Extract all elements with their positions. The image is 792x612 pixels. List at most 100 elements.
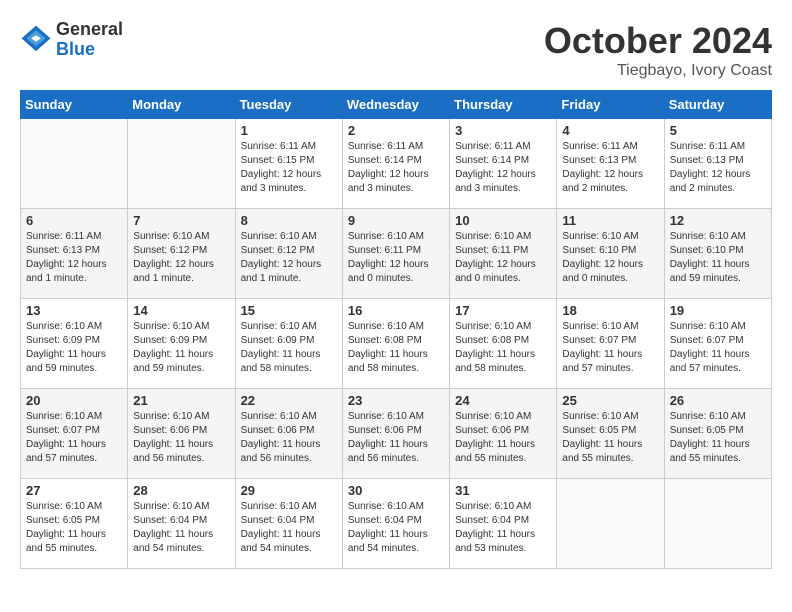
day-number: 8 — [241, 213, 337, 228]
day-header-monday: Monday — [128, 91, 235, 119]
day-number: 26 — [670, 393, 766, 408]
calendar-cell: 13 Sunrise: 6:10 AM Sunset: 6:09 PM Dayli… — [21, 299, 128, 389]
day-number: 30 — [348, 483, 444, 498]
page-header: General Blue October 2024 Tiegbayo, Ivor… — [20, 20, 772, 80]
day-info: Sunrise: 6:10 AM Sunset: 6:09 PM Dayligh… — [26, 320, 122, 376]
day-number: 6 — [26, 213, 122, 228]
day-header-thursday: Thursday — [450, 91, 557, 119]
day-number: 11 — [562, 213, 658, 228]
day-number: 2 — [348, 123, 444, 138]
calendar-cell: 19 Sunrise: 6:10 AM Sunset: 6:07 PM Dayli… — [664, 299, 771, 389]
calendar-cell: 20 Sunrise: 6:10 AM Sunset: 6:07 PM Dayli… — [21, 389, 128, 479]
day-number: 22 — [241, 393, 337, 408]
day-number: 28 — [133, 483, 229, 498]
calendar-week-row: 20 Sunrise: 6:10 AM Sunset: 6:07 PM Dayli… — [21, 389, 772, 479]
calendar-cell: 9 Sunrise: 6:10 AM Sunset: 6:11 PM Daylig… — [342, 209, 449, 299]
calendar-cell: 27Sunrise: 6:10 AM Sunset: 6:05 PM Dayli… — [21, 479, 128, 569]
day-number: 27 — [26, 483, 122, 498]
calendar-header-row: SundayMondayTuesdayWednesdayThursdayFrid… — [21, 91, 772, 119]
day-number: 20 — [26, 393, 122, 408]
day-number: 15 — [241, 303, 337, 318]
day-number: 25 — [562, 393, 658, 408]
month-title: October 2024 — [544, 20, 772, 62]
day-number: 3 — [455, 123, 551, 138]
calendar-cell: 6Sunrise: 6:11 AM Sunset: 6:13 PM Daylig… — [21, 209, 128, 299]
day-info: Sunrise: 6:10 AM Sunset: 6:07 PM Dayligh… — [670, 320, 766, 376]
day-header-tuesday: Tuesday — [235, 91, 342, 119]
day-number: 17 — [455, 303, 551, 318]
calendar-cell: 16 Sunrise: 6:10 AM Sunset: 6:08 PM Dayli… — [342, 299, 449, 389]
day-info: Sunrise: 6:10 AM Sunset: 6:05 PM Dayligh… — [670, 410, 766, 466]
day-info: Sunrise: 6:10 AM Sunset: 6:04 PM Dayligh… — [133, 500, 229, 556]
calendar-cell: 30 Sunrise: 6:10 AM Sunset: 6:04 PM Dayli… — [342, 479, 449, 569]
day-info: Sunrise: 6:10 AM Sunset: 6:06 PM Dayligh… — [133, 410, 229, 466]
calendar-cell: 3 Sunrise: 6:11 AM Sunset: 6:14 PM Daylig… — [450, 119, 557, 209]
day-number: 31 — [455, 483, 551, 498]
day-number: 9 — [348, 213, 444, 228]
calendar-cell: 29 Sunrise: 6:10 AM Sunset: 6:04 PM Dayli… — [235, 479, 342, 569]
day-info: Sunrise: 6:11 AM Sunset: 6:14 PM Dayligh… — [455, 140, 551, 196]
location: Tiegbayo, Ivory Coast — [544, 62, 772, 80]
calendar-cell: 12 Sunrise: 6:10 AM Sunset: 6:10 PM Dayli… — [664, 209, 771, 299]
day-info: Sunrise: 6:10 AM Sunset: 6:12 PM Dayligh… — [241, 230, 337, 286]
day-info: Sunrise: 6:10 AM Sunset: 6:06 PM Dayligh… — [455, 410, 551, 466]
day-info: Sunrise: 6:10 AM Sunset: 6:11 PM Dayligh… — [455, 230, 551, 286]
calendar-cell: 7 Sunrise: 6:10 AM Sunset: 6:12 PM Daylig… — [128, 209, 235, 299]
calendar-cell: 31 Sunrise: 6:10 AM Sunset: 6:04 PM Dayli… — [450, 479, 557, 569]
logo: General Blue — [20, 20, 123, 60]
day-info: Sunrise: 6:10 AM Sunset: 6:08 PM Dayligh… — [348, 320, 444, 376]
day-number: 16 — [348, 303, 444, 318]
day-info: Sunrise: 6:10 AM Sunset: 6:09 PM Dayligh… — [133, 320, 229, 376]
calendar-table: SundayMondayTuesdayWednesdayThursdayFrid… — [20, 90, 772, 569]
day-number: 23 — [348, 393, 444, 408]
calendar-cell — [128, 119, 235, 209]
logo-icon — [20, 24, 52, 56]
day-number: 29 — [241, 483, 337, 498]
logo-general: General — [56, 19, 123, 39]
day-info: Sunrise: 6:11 AM Sunset: 6:15 PM Dayligh… — [241, 140, 337, 196]
calendar-cell: 14 Sunrise: 6:10 AM Sunset: 6:09 PM Dayli… — [128, 299, 235, 389]
calendar-cell: 15Sunrise: 6:10 AM Sunset: 6:09 PM Dayli… — [235, 299, 342, 389]
day-number: 19 — [670, 303, 766, 318]
calendar-cell — [21, 119, 128, 209]
day-number: 13 — [26, 303, 122, 318]
calendar-cell: 8 Sunrise: 6:10 AM Sunset: 6:12 PM Daylig… — [235, 209, 342, 299]
day-info: Sunrise: 6:10 AM Sunset: 6:04 PM Dayligh… — [348, 500, 444, 556]
calendar-cell: 25 Sunrise: 6:10 AM Sunset: 6:05 PM Dayli… — [557, 389, 664, 479]
calendar-cell: 28 Sunrise: 6:10 AM Sunset: 6:04 PM Dayli… — [128, 479, 235, 569]
title-block: October 2024 Tiegbayo, Ivory Coast — [544, 20, 772, 80]
calendar-cell — [557, 479, 664, 569]
calendar-cell: 10Sunrise: 6:10 AM Sunset: 6:11 PM Dayli… — [450, 209, 557, 299]
day-header-sunday: Sunday — [21, 91, 128, 119]
calendar-week-row: 1Sunrise: 6:11 AM Sunset: 6:15 PM Daylig… — [21, 119, 772, 209]
day-info: Sunrise: 6:10 AM Sunset: 6:11 PM Dayligh… — [348, 230, 444, 286]
day-number: 4 — [562, 123, 658, 138]
calendar-cell: 2 Sunrise: 6:11 AM Sunset: 6:14 PM Daylig… — [342, 119, 449, 209]
calendar-cell — [664, 479, 771, 569]
calendar-cell: 18Sunrise: 6:10 AM Sunset: 6:07 PM Dayli… — [557, 299, 664, 389]
day-info: Sunrise: 6:11 AM Sunset: 6:13 PM Dayligh… — [562, 140, 658, 196]
calendar-cell: 23 Sunrise: 6:10 AM Sunset: 6:06 PM Dayli… — [342, 389, 449, 479]
calendar-cell: 24 Sunrise: 6:10 AM Sunset: 6:06 PM Dayli… — [450, 389, 557, 479]
day-header-friday: Friday — [557, 91, 664, 119]
day-number: 24 — [455, 393, 551, 408]
day-info: Sunrise: 6:10 AM Sunset: 6:04 PM Dayligh… — [455, 500, 551, 556]
day-number: 18 — [562, 303, 658, 318]
day-info: Sunrise: 6:10 AM Sunset: 6:06 PM Dayligh… — [348, 410, 444, 466]
day-info: Sunrise: 6:11 AM Sunset: 6:14 PM Dayligh… — [348, 140, 444, 196]
logo-blue: Blue — [56, 39, 95, 59]
day-number: 21 — [133, 393, 229, 408]
calendar-cell: 21 Sunrise: 6:10 AM Sunset: 6:06 PM Dayli… — [128, 389, 235, 479]
day-info: Sunrise: 6:10 AM Sunset: 6:05 PM Dayligh… — [562, 410, 658, 466]
day-number: 12 — [670, 213, 766, 228]
calendar-cell: 11Sunrise: 6:10 AM Sunset: 6:10 PM Dayli… — [557, 209, 664, 299]
calendar-cell: 22Sunrise: 6:10 AM Sunset: 6:06 PM Dayli… — [235, 389, 342, 479]
day-info: Sunrise: 6:10 AM Sunset: 6:04 PM Dayligh… — [241, 500, 337, 556]
calendar-week-row: 27Sunrise: 6:10 AM Sunset: 6:05 PM Dayli… — [21, 479, 772, 569]
day-info: Sunrise: 6:10 AM Sunset: 6:07 PM Dayligh… — [26, 410, 122, 466]
day-info: Sunrise: 6:10 AM Sunset: 6:12 PM Dayligh… — [133, 230, 229, 286]
day-number: 7 — [133, 213, 229, 228]
calendar-cell: 1Sunrise: 6:11 AM Sunset: 6:15 PM Daylig… — [235, 119, 342, 209]
day-number: 14 — [133, 303, 229, 318]
day-info: Sunrise: 6:10 AM Sunset: 6:10 PM Dayligh… — [670, 230, 766, 286]
